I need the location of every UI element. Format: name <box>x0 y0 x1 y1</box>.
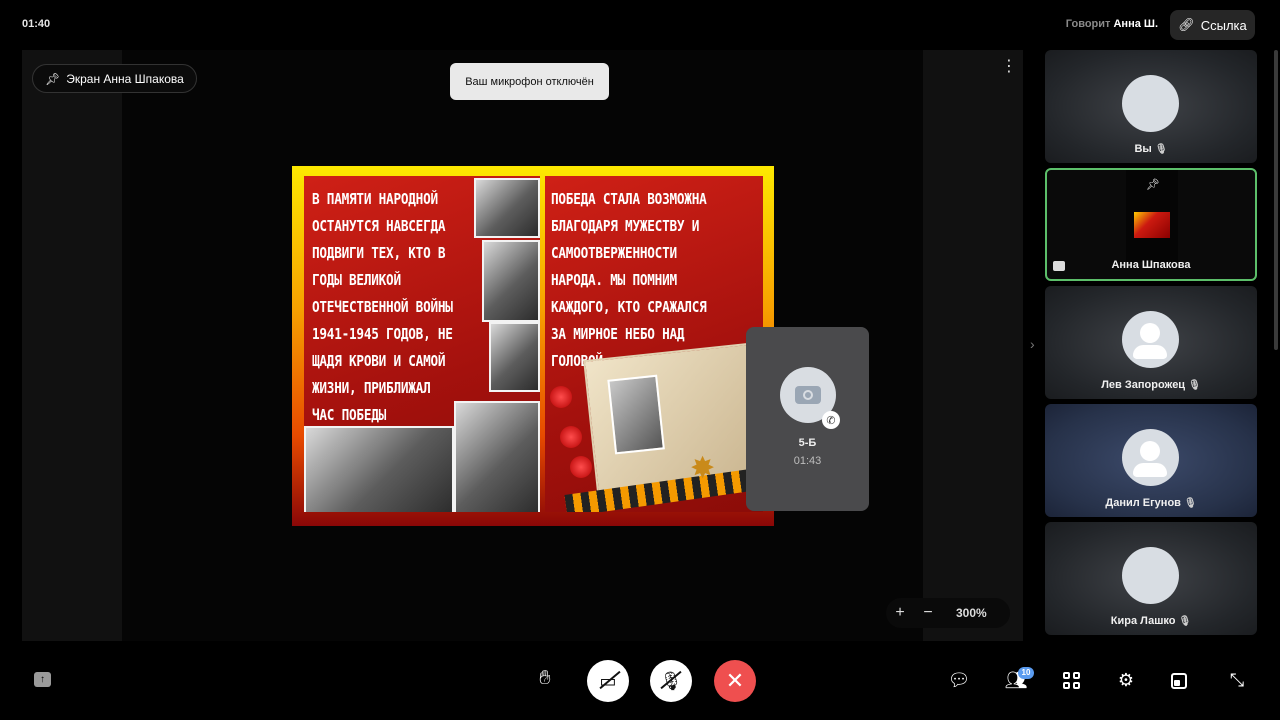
participant-tile[interactable]: Данил Егунов 🎙︎ <box>1045 404 1257 517</box>
phone-icon: ✆ <box>822 411 840 429</box>
camera-off-icon: ▭ <box>599 670 617 691</box>
picture-in-picture-icon[interactable] <box>1171 673 1187 689</box>
leave-call-button[interactable]: ✕ <box>714 660 756 702</box>
poster-left-panel: В ПАМЯТИ НАРОДНОЙ ОСТАНУТСЯ НАВСЕГДА ПОД… <box>304 176 540 512</box>
avatar <box>1122 547 1179 604</box>
clock: 01:40 <box>22 18 51 30</box>
participant-tile[interactable]: Вы 🎙︎ <box>1045 50 1257 163</box>
chat-icon[interactable]: 💬︎ <box>947 670 971 692</box>
avatar <box>1122 429 1179 486</box>
poster-right-text: ПОБЕДА СТАЛА ВОЗМОЖНА БЛАГОДАРЯ МУЖЕСТВУ… <box>551 190 707 370</box>
participant-name: Вы <box>1134 143 1152 155</box>
participants-scrollbar[interactable] <box>1274 50 1278 350</box>
chevron-right-icon[interactable]: › <box>1030 336 1035 352</box>
mic-muted-toast: Ваш микрофон отключён <box>450 63 609 100</box>
speaking-name: Анна Ш. <box>1113 18 1158 30</box>
mic-off-icon: 🎙︎ <box>659 670 683 691</box>
participant-tile[interactable]: Лев Запорожец 🎙︎ <box>1045 286 1257 399</box>
participant-tile-active[interactable]: 📌︎ Анна Шпакова <box>1045 168 1257 281</box>
link-icon: 🔗︎ <box>1178 17 1195 32</box>
participant-name: Кира Лашко <box>1110 615 1176 627</box>
link-label: Ссылка <box>1200 17 1247 33</box>
poster-photo <box>489 322 540 392</box>
avatar <box>1122 311 1179 368</box>
zoom-out-button[interactable]: − <box>914 604 942 622</box>
avatar <box>1122 75 1179 132</box>
poster-left-text: В ПАМЯТИ НАРОДНОЙ ОСТАНУТСЯ НАВСЕГДА ПОД… <box>312 190 453 424</box>
carnation <box>550 386 572 408</box>
zoom-level: 300% <box>956 606 987 620</box>
poster-photo <box>474 178 540 238</box>
carnation <box>570 456 592 478</box>
mic-off-icon: 🎙︎ <box>1183 498 1197 509</box>
close-icon: ✕ <box>725 668 745 693</box>
pin-icon: 📌︎ <box>1146 179 1160 191</box>
grid-layout-icon[interactable] <box>1063 672 1080 689</box>
share-screen-icon[interactable]: ↑ <box>34 672 51 687</box>
camera-toggle-button[interactable]: ▭ <box>587 660 629 702</box>
gear-icon[interactable]: ⚙︎ <box>1114 670 1138 692</box>
screen-owner-badge[interactable]: 📌︎ Экран Анна Шпакова <box>32 64 197 93</box>
screen-owner-label: Экран Анна Шпакова <box>66 71 184 86</box>
participant-name: Лев Запорожец <box>1101 379 1186 391</box>
speaking-indicator: Говорит Анна Ш. <box>1066 18 1158 30</box>
participants-count-badge: 10 <box>1018 667 1034 679</box>
phone-participant-name: 5-Б <box>798 437 817 449</box>
pin-icon: 📌︎ <box>45 71 61 86</box>
more-options-icon[interactable]: ⋮ <box>1001 59 1017 76</box>
speaking-label: Говорит <box>1065 18 1111 30</box>
stage-letterbox-right <box>923 50 1023 641</box>
shared-poster: В ПАМЯТИ НАРОДНОЙ ОСТАНУТСЯ НАВСЕГДА ПОД… <box>292 166 774 526</box>
mic-off-icon: 🎙︎ <box>1154 144 1168 155</box>
mini-poster-thumbnail <box>1134 212 1170 238</box>
poster-photo <box>304 426 454 512</box>
mic-toggle-button[interactable]: 🎙︎ <box>650 660 692 702</box>
participant-name: Анна Шпакова <box>1111 259 1191 271</box>
copy-link-button[interactable]: 🔗︎ Ссылка <box>1170 10 1255 40</box>
raise-hand-icon[interactable]: ✋︎ <box>532 667 558 690</box>
poster-right-panel: ПОБЕДА СТАЛА ВОЗМОЖНА БЛАГОДАРЯ МУЖЕСТВУ… <box>545 176 763 512</box>
carnation <box>560 426 582 448</box>
stage-letterbox-left <box>22 50 122 641</box>
mic-off-icon: 🎙︎ <box>1178 616 1192 627</box>
book-photo <box>607 374 665 455</box>
participant-tile[interactable]: Кира Лашко 🎙︎ <box>1045 522 1257 635</box>
minimize-icon[interactable]: ⤡ <box>1225 670 1249 692</box>
zoom-in-button[interactable]: + <box>886 604 914 622</box>
phone-call-duration: 01:43 <box>793 455 822 467</box>
phone-participant-card[interactable]: ✆ 5-Б 01:43 <box>746 327 869 511</box>
mic-off-icon: 🎙︎ <box>1188 380 1201 391</box>
poster-photo <box>454 401 540 512</box>
poster-photo <box>482 240 540 322</box>
order-star-icon: ✸ <box>690 452 716 485</box>
zoom-control: + − 300% <box>886 598 1010 628</box>
participant-name: Данил Егунов <box>1105 497 1181 509</box>
